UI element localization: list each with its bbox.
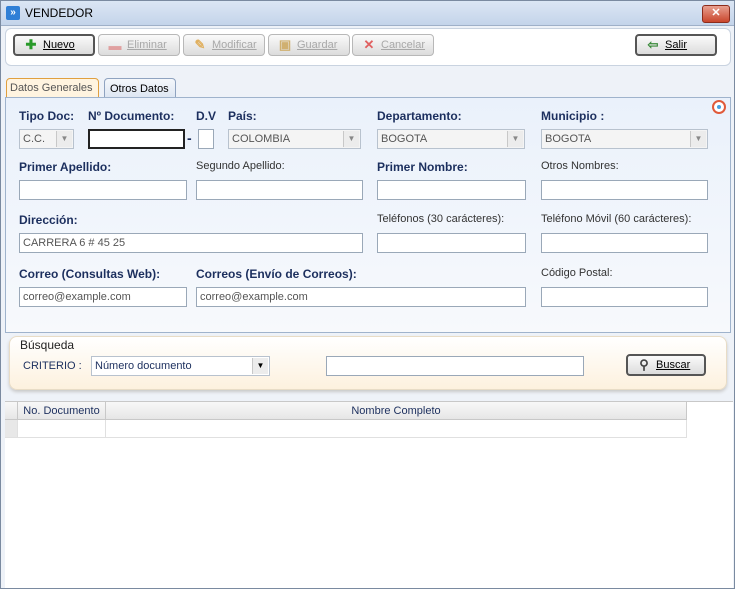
documento-label: Nº Documento: xyxy=(88,109,175,123)
chevron-down-icon: ▼ xyxy=(343,131,359,147)
buscar-button[interactable]: ⚲ Buscar xyxy=(626,354,706,376)
table-row-cell-documento[interactable] xyxy=(18,420,106,438)
search-query-input[interactable] xyxy=(326,356,584,376)
correo-web-input[interactable]: correo@example.com xyxy=(19,287,187,307)
cancelar-button[interactable]: ✕ Cancelar xyxy=(352,34,434,56)
table-row-cell-nombre[interactable] xyxy=(106,420,687,438)
criterio-select[interactable]: Número documento ▼ xyxy=(91,356,270,376)
telefonos-label: Teléfonos (30 carácteres): xyxy=(377,213,505,225)
municipio-select[interactable]: BOGOTA ▼ xyxy=(541,129,708,149)
documento-input[interactable] xyxy=(88,129,185,149)
dv-input[interactable] xyxy=(198,129,214,149)
app-icon: » xyxy=(6,6,20,20)
chevron-down-icon: ▼ xyxy=(252,358,268,374)
title-bar: » VENDEDOR ✕ xyxy=(1,1,734,26)
otros-nombres-input[interactable] xyxy=(541,180,708,200)
correo-envio-input[interactable]: correo@example.com xyxy=(196,287,526,307)
guardar-button[interactable]: ▣ Guardar xyxy=(268,34,350,56)
window-title: VENDEDOR xyxy=(25,6,94,20)
salir-button[interactable]: ⇦ Salir xyxy=(635,34,717,56)
exit-door-icon: ⇦ xyxy=(647,37,659,52)
chevron-down-icon: ▼ xyxy=(690,131,706,147)
primer-apellido-label: Primer Apellido: xyxy=(19,160,112,174)
search-panel: Búsqueda CRITERIO : Número documento ▼ ⚲… xyxy=(9,336,727,390)
nuevo-button[interactable]: ✚ Nuevo xyxy=(13,34,95,56)
primer-apellido-input[interactable] xyxy=(19,180,187,200)
results-grid: No. Documento Nombre Completo xyxy=(5,401,733,588)
codigo-postal-input[interactable] xyxy=(541,287,708,307)
correo-envio-label: Correos (Envío de Correos): xyxy=(196,267,357,281)
criterio-label: CRITERIO : xyxy=(23,360,82,372)
column-header-documento[interactable]: No. Documento xyxy=(18,402,106,420)
otros-nombres-label: Otros Nombres: xyxy=(541,160,619,172)
toolbar: ✚ Nuevo ▬ Eliminar ✎ Modificar ▣ Guardar… xyxy=(5,28,731,66)
telefono-movil-input[interactable] xyxy=(541,233,708,253)
direccion-input[interactable]: CARRERA 6 # 45 25 xyxy=(19,233,363,253)
row-selector[interactable] xyxy=(5,420,18,438)
chevron-down-icon: ▼ xyxy=(507,131,523,147)
column-header-nombre[interactable]: Nombre Completo xyxy=(106,402,687,420)
telefono-movil-label: Teléfono Móvil (60 carácteres): xyxy=(541,213,692,225)
cancel-x-icon: ✕ xyxy=(363,37,375,52)
segundo-apellido-input[interactable] xyxy=(196,180,363,200)
codigo-postal-label: Código Postal: xyxy=(541,267,613,279)
correo-web-label: Correo (Consultas Web): xyxy=(19,267,161,281)
vendedor-window: » VENDEDOR ✕ ✚ Nuevo ▬ Eliminar ✎ Modifi… xyxy=(0,0,735,589)
close-button[interactable]: ✕ xyxy=(702,5,730,23)
primer-nombre-input[interactable] xyxy=(377,180,526,200)
search-title: Búsqueda xyxy=(20,338,75,352)
direccion-label: Dirección: xyxy=(19,213,78,227)
tab-otros-datos[interactable]: Otros Datos xyxy=(104,78,176,98)
telefonos-input[interactable] xyxy=(377,233,526,253)
tipo-doc-select[interactable]: C.C. ▼ xyxy=(19,129,74,149)
modificar-button[interactable]: ✎ Modificar xyxy=(183,34,265,56)
delete-document-icon: ▬ xyxy=(108,37,122,53)
primer-nombre-label: Primer Nombre: xyxy=(377,160,468,174)
dv-separator: - xyxy=(187,130,192,146)
pais-label: País: xyxy=(228,109,257,123)
eliminar-button[interactable]: ▬ Eliminar xyxy=(98,34,180,56)
binoculars-icon: ⚲ xyxy=(639,357,649,372)
datos-generales-panel: Tipo Doc: Nº Documento: D.V País: Depart… xyxy=(5,97,731,333)
dv-label: D.V xyxy=(196,109,217,123)
segundo-apellido-label: Segundo Apellido: xyxy=(196,160,285,172)
tipo-doc-label: Tipo Doc: xyxy=(19,109,75,123)
row-header-corner xyxy=(5,402,18,420)
pais-select[interactable]: COLOMBIA ▼ xyxy=(228,129,361,149)
help-lifebuoy-icon[interactable] xyxy=(712,100,726,114)
departamento-label: Departamento: xyxy=(377,109,462,123)
new-document-icon: ✚ xyxy=(25,37,37,52)
tab-datos-generales[interactable]: Datos Generales xyxy=(6,78,99,98)
chevron-down-icon: ▼ xyxy=(56,131,72,147)
save-icon: ▣ xyxy=(278,37,292,52)
pencil-icon: ✎ xyxy=(194,37,206,52)
departamento-select[interactable]: BOGOTA ▼ xyxy=(377,129,525,149)
municipio-label: Municipio : xyxy=(541,109,605,123)
